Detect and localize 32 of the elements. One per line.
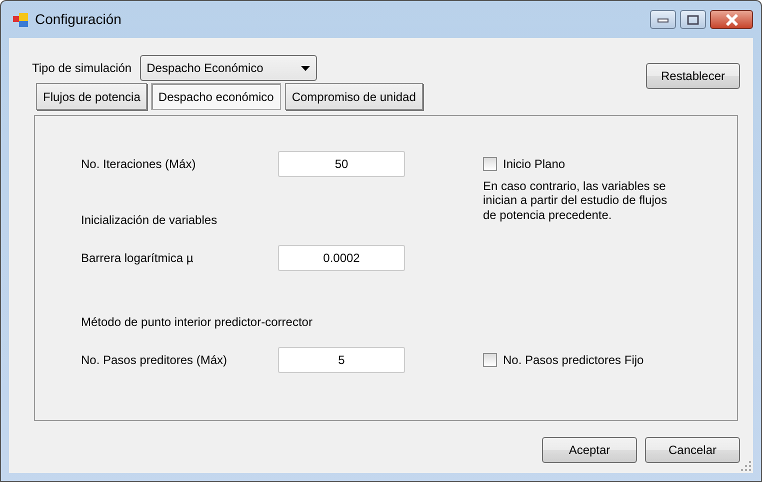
maximize-button[interactable] xyxy=(680,10,706,29)
field-label: No. Pasos preditores (Máx) xyxy=(81,352,228,369)
dropdown-value: Despacho Económico xyxy=(146,60,264,77)
minimize-button[interactable] xyxy=(650,10,676,29)
simulation-type-dropdown[interactable]: Despacho Económico xyxy=(140,55,317,81)
minimize-icon xyxy=(657,16,669,22)
field-label: No. Iteraciones (Máx) xyxy=(81,156,196,173)
checkbox[interactable] xyxy=(483,353,497,367)
field-label: Barrera logarítmica µ xyxy=(81,250,194,267)
window-title: Configuración xyxy=(35,10,122,29)
app-icon xyxy=(13,12,29,26)
section-label: Método de punto interior predictor-corrector xyxy=(81,314,314,331)
section-label: Inicialización de variables xyxy=(81,212,218,229)
input-field[interactable]: 50 xyxy=(278,151,405,177)
dropdown-arrow-icon xyxy=(300,66,310,70)
checkbox[interactable] xyxy=(483,157,497,171)
checkbox-label: Inicio Plano xyxy=(503,156,566,173)
resize-grip-icon xyxy=(741,461,751,471)
tab[interactable]: Flujos de potencia xyxy=(36,83,148,110)
tab[interactable]: Despacho económico xyxy=(151,83,281,110)
simulation-type-label: Tipo de simulación xyxy=(32,60,132,77)
close-button[interactable] xyxy=(710,10,753,29)
input-field[interactable]: 5 xyxy=(278,347,405,373)
dialog-button[interactable]: Cancelar xyxy=(645,437,740,463)
dialog-button[interactable]: Aceptar xyxy=(542,437,637,463)
reset-button[interactable]: Restablecer xyxy=(646,63,740,89)
checkbox-label: No. Pasos predictores Fijo xyxy=(503,352,644,369)
description-text: En caso contrario, las variables se inician a partir del estudio de flujos de potencia precedente. xyxy=(483,179,668,222)
close-icon xyxy=(724,14,738,26)
maximize-icon xyxy=(687,14,699,24)
input-field[interactable]: 0.0002 xyxy=(278,245,405,271)
tab[interactable]: Compromiso de unidad xyxy=(284,83,423,110)
